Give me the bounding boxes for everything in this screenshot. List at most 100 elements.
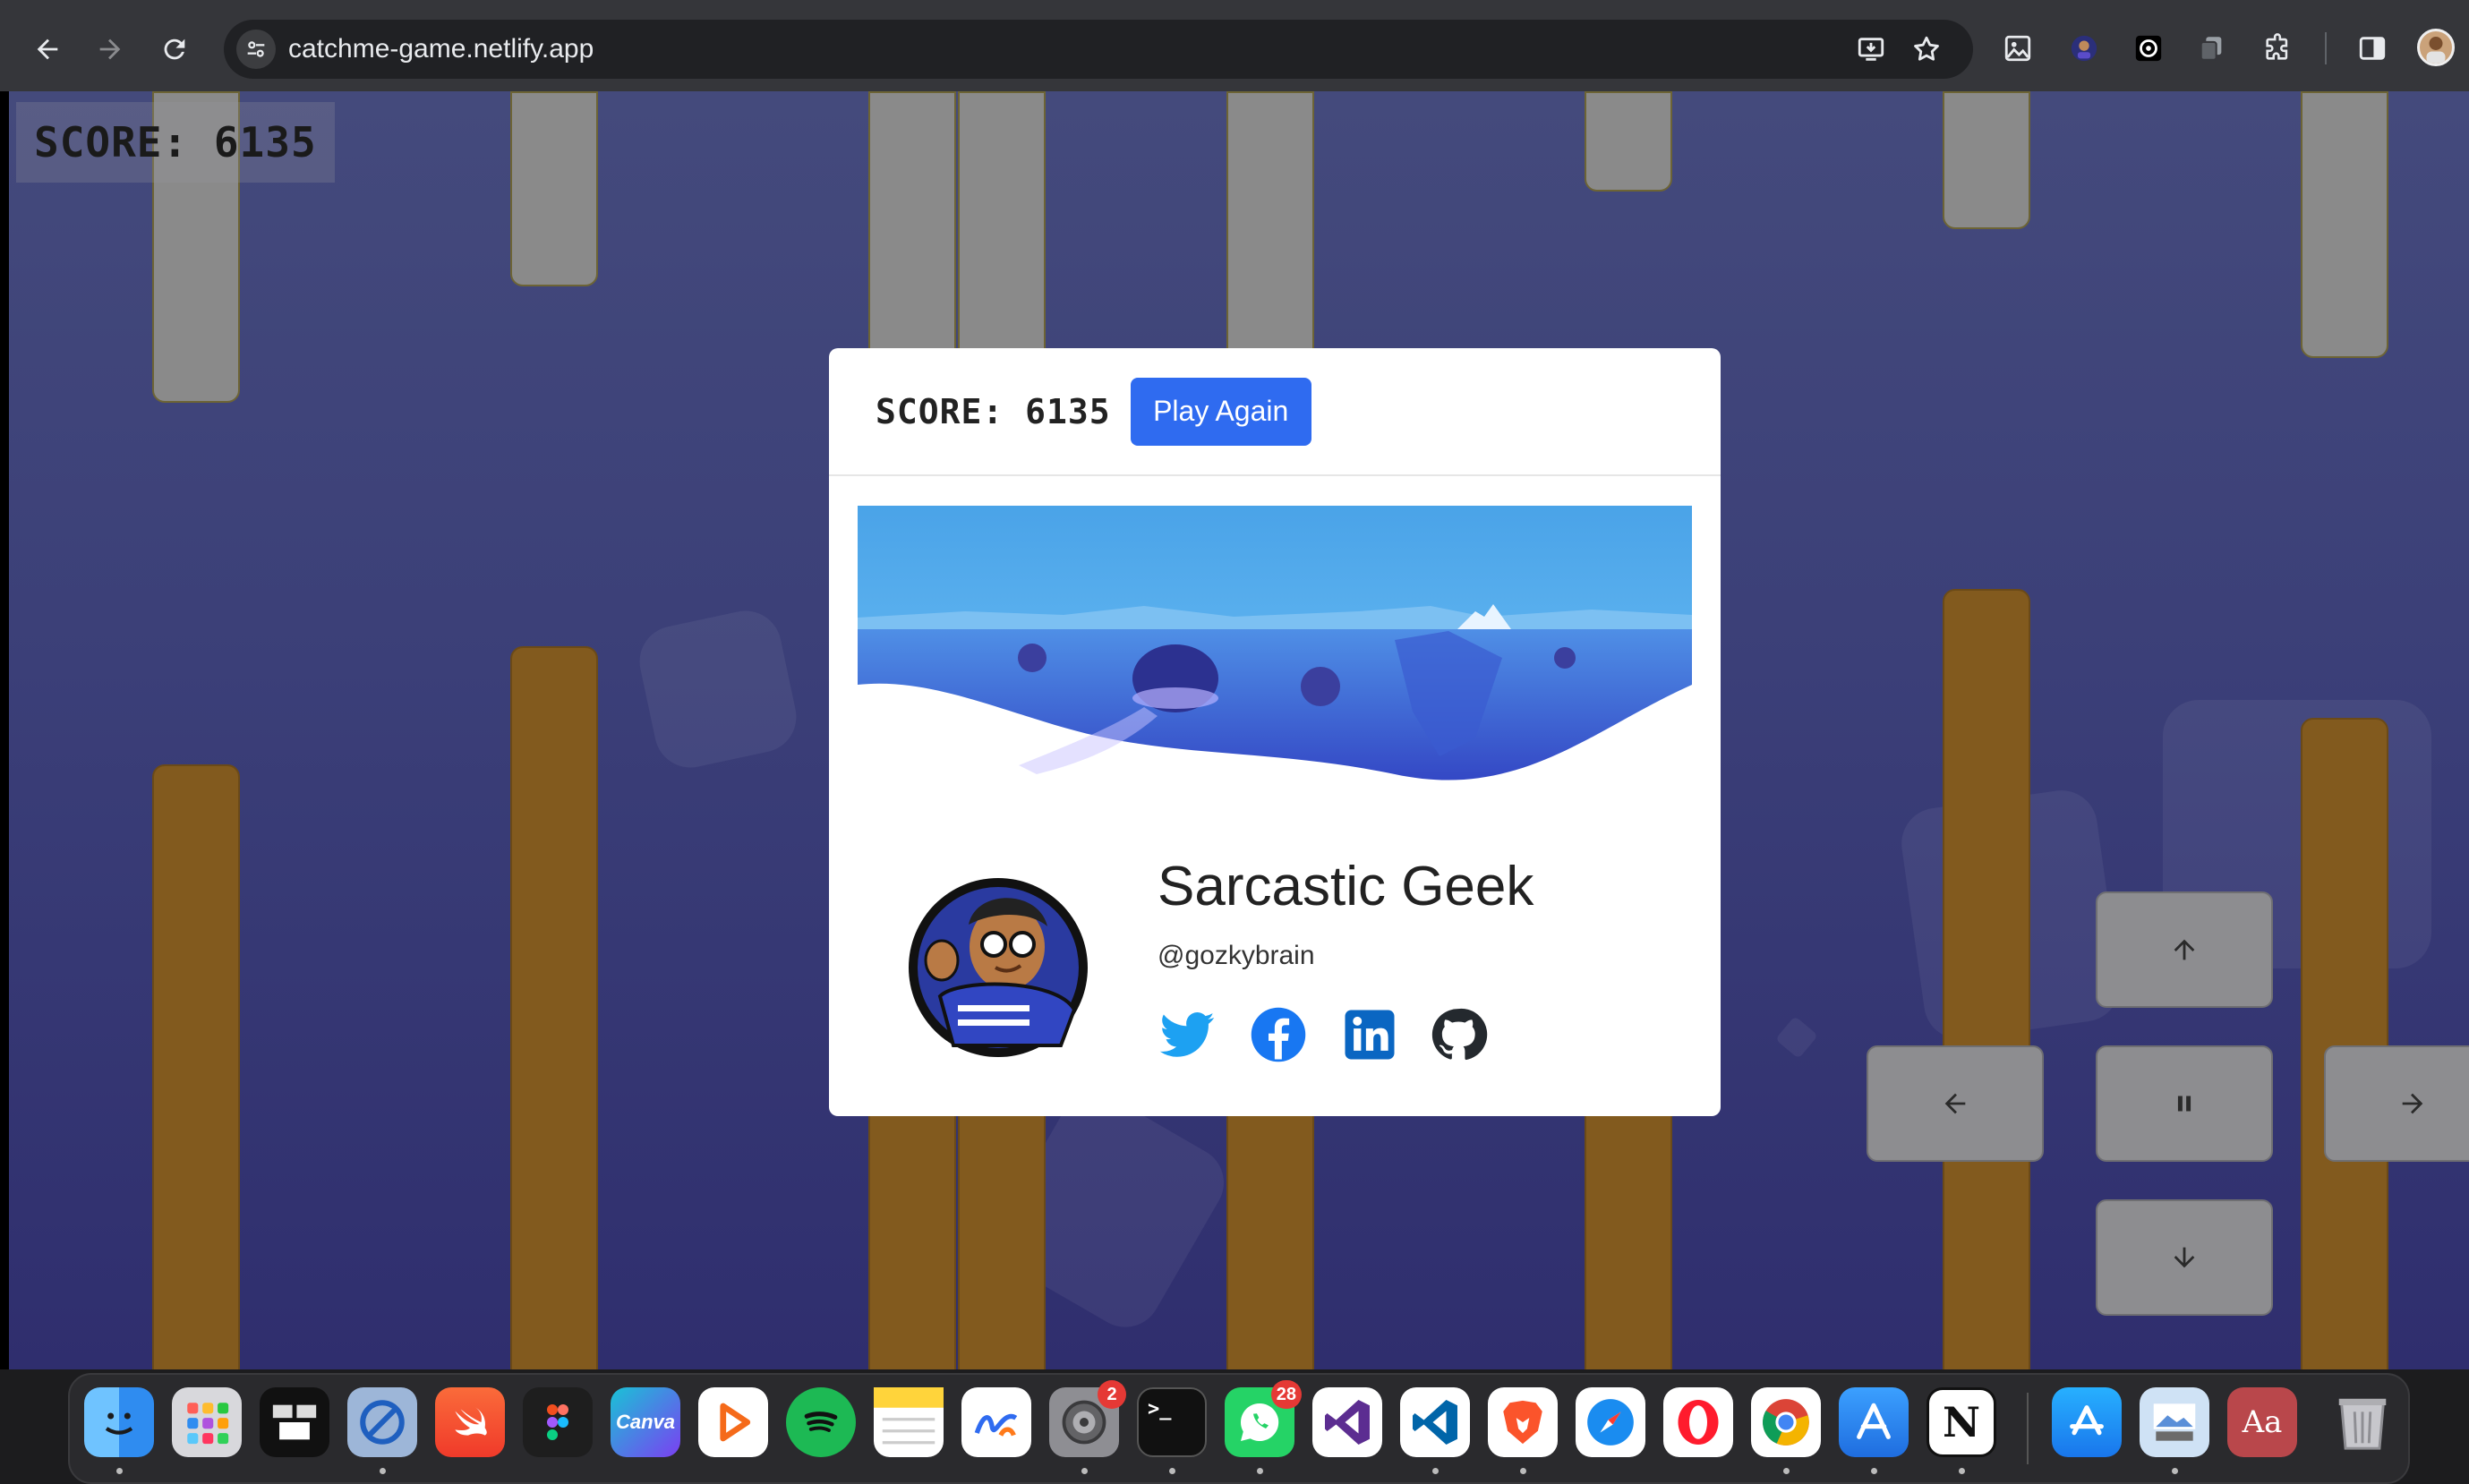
pipe-bottom <box>1226 1112 1314 1369</box>
arrow-right-icon <box>2402 1093 2423 1114</box>
pipe-bottom <box>1585 1112 1672 1369</box>
running-indicator <box>2172 1468 2178 1474</box>
mission-control-icon[interactable] <box>260 1387 329 1457</box>
sidebar-icon[interactable] <box>2353 29 2392 68</box>
visual-studio-icon[interactable] <box>1312 1387 1382 1457</box>
pipe-top <box>1226 91 1314 360</box>
opera-icon[interactable] <box>1663 1387 1733 1457</box>
running-indicator <box>380 1468 386 1474</box>
brave-icon[interactable] <box>1488 1387 1558 1457</box>
arrow-left-icon <box>1944 1093 1966 1114</box>
twitter-icon[interactable] <box>1158 1005 1217 1064</box>
pause-icon <box>2177 1096 2191 1112</box>
running-indicator <box>1081 1468 1088 1474</box>
arrow-up-icon <box>2174 939 2195 960</box>
swift-icon[interactable] <box>435 1387 505 1457</box>
pipe-top <box>868 91 956 360</box>
background-shape <box>633 604 803 774</box>
url-text[interactable]: catchme-game.netlify.app <box>288 34 594 64</box>
profile-handle: @gozkybrain <box>1158 941 1315 970</box>
safari-icon[interactable] <box>1576 1387 1645 1457</box>
running-indicator <box>1257 1468 1263 1474</box>
github-icon[interactable] <box>1429 1005 1488 1064</box>
terminal-icon[interactable]: >_ <box>1137 1387 1207 1457</box>
pipe-bottom <box>868 1112 956 1369</box>
dictionary-icon[interactable]: Aa <box>2227 1387 2297 1457</box>
running-indicator <box>1169 1468 1175 1474</box>
image-icon[interactable] <box>1998 29 2038 68</box>
infuse-icon[interactable] <box>698 1387 768 1457</box>
arrow-left-icon <box>37 38 58 60</box>
puzzle-icon[interactable] <box>2258 29 2297 68</box>
facebook-icon[interactable] <box>1249 1005 1308 1064</box>
finder-icon[interactable] <box>84 1387 154 1457</box>
running-indicator <box>1432 1468 1439 1474</box>
modal-header: SCORE: 6135 Play Again <box>829 348 1721 476</box>
pipe-top <box>1585 91 1672 192</box>
freeform-icon[interactable] <box>961 1387 1031 1457</box>
banner-illustration <box>858 506 1692 790</box>
spotify-icon[interactable] <box>786 1387 856 1457</box>
control-down-button[interactable] <box>2096 1199 2273 1316</box>
dock-divider <box>2027 1393 2029 1464</box>
reload-button[interactable] <box>152 27 197 72</box>
pipe-top <box>2301 91 2388 358</box>
screen-time-icon[interactable] <box>347 1387 417 1457</box>
pipe-top <box>958 91 1046 360</box>
notification-badge: 28 <box>1270 1380 1302 1409</box>
hud-score: SCORE: 6135 <box>16 102 335 183</box>
vscode-icon[interactable] <box>1400 1387 1470 1457</box>
background-shape <box>1775 1016 1818 1059</box>
launchpad-icon[interactable] <box>172 1387 242 1457</box>
install-app-icon[interactable] <box>1853 31 1889 67</box>
whatsapp-icon[interactable]: 28 <box>1225 1380 1302 1457</box>
chrome-icon[interactable] <box>1751 1387 1821 1457</box>
xcode-icon[interactable] <box>1839 1387 1909 1457</box>
app-store-icon[interactable] <box>2052 1387 2122 1457</box>
pipe-bottom <box>152 764 240 1369</box>
trash-icon[interactable] <box>2328 1387 2397 1457</box>
arrow-right-icon <box>99 38 121 60</box>
pipe-top <box>1943 91 2030 229</box>
modal-score: SCORE: 6135 <box>876 391 1111 431</box>
figma-icon[interactable] <box>523 1387 593 1457</box>
forward-button[interactable] <box>88 27 132 72</box>
game-over-modal: SCORE: 6135 Play Again Sarcastic Geek @g… <box>829 348 1721 1116</box>
toolbar-divider <box>2325 32 2327 64</box>
pipe-bottom <box>2301 718 2388 1369</box>
running-indicator <box>1520 1468 1526 1474</box>
site-settings-icon[interactable] <box>236 30 276 69</box>
linkedin-icon[interactable] <box>1340 1005 1399 1064</box>
canva-icon[interactable]: Canva <box>611 1387 680 1457</box>
pipe-bottom <box>958 1112 1046 1369</box>
running-indicator <box>116 1468 123 1474</box>
browser-toolbar: catchme-game.netlify.app <box>0 0 2469 91</box>
pipe-bottom <box>1943 589 2030 1369</box>
control-up-button[interactable] <box>2096 891 2273 1008</box>
play-again-button[interactable]: Play Again <box>1130 377 1311 446</box>
back-button[interactable] <box>25 27 70 72</box>
arrow-down-icon <box>2174 1247 2195 1268</box>
profile-avatar-image <box>904 862 1092 1068</box>
notes-icon[interactable] <box>874 1387 944 1457</box>
profile-name: Sarcastic Geek <box>1158 856 1534 917</box>
avatar-ext-icon[interactable] <box>2064 29 2104 68</box>
running-indicator <box>1783 1468 1790 1474</box>
running-indicator <box>1959 1468 1965 1474</box>
address-bar[interactable]: catchme-game.netlify.app <box>224 20 1973 79</box>
running-indicator <box>1871 1468 1877 1474</box>
copy-ext-icon[interactable] <box>2191 29 2231 68</box>
system-settings-icon[interactable]: 2 <box>1049 1380 1126 1457</box>
reload-icon <box>164 38 185 60</box>
bookmark-star-icon[interactable] <box>1909 31 1944 67</box>
control-pause-button[interactable] <box>2096 1045 2273 1162</box>
preview-icon[interactable] <box>2140 1387 2209 1457</box>
notion-icon[interactable]: N <box>1927 1387 1996 1457</box>
control-right-button[interactable] <box>2324 1045 2469 1162</box>
openai-icon[interactable] <box>2129 29 2168 68</box>
pipe-bottom <box>510 646 598 1369</box>
control-left-button[interactable] <box>1867 1045 2044 1162</box>
macos-dock: Canva 2 >_ 28 N Aa <box>68 1373 2410 1484</box>
profile-avatar-icon[interactable] <box>2417 29 2455 66</box>
pipe-top <box>510 91 598 286</box>
